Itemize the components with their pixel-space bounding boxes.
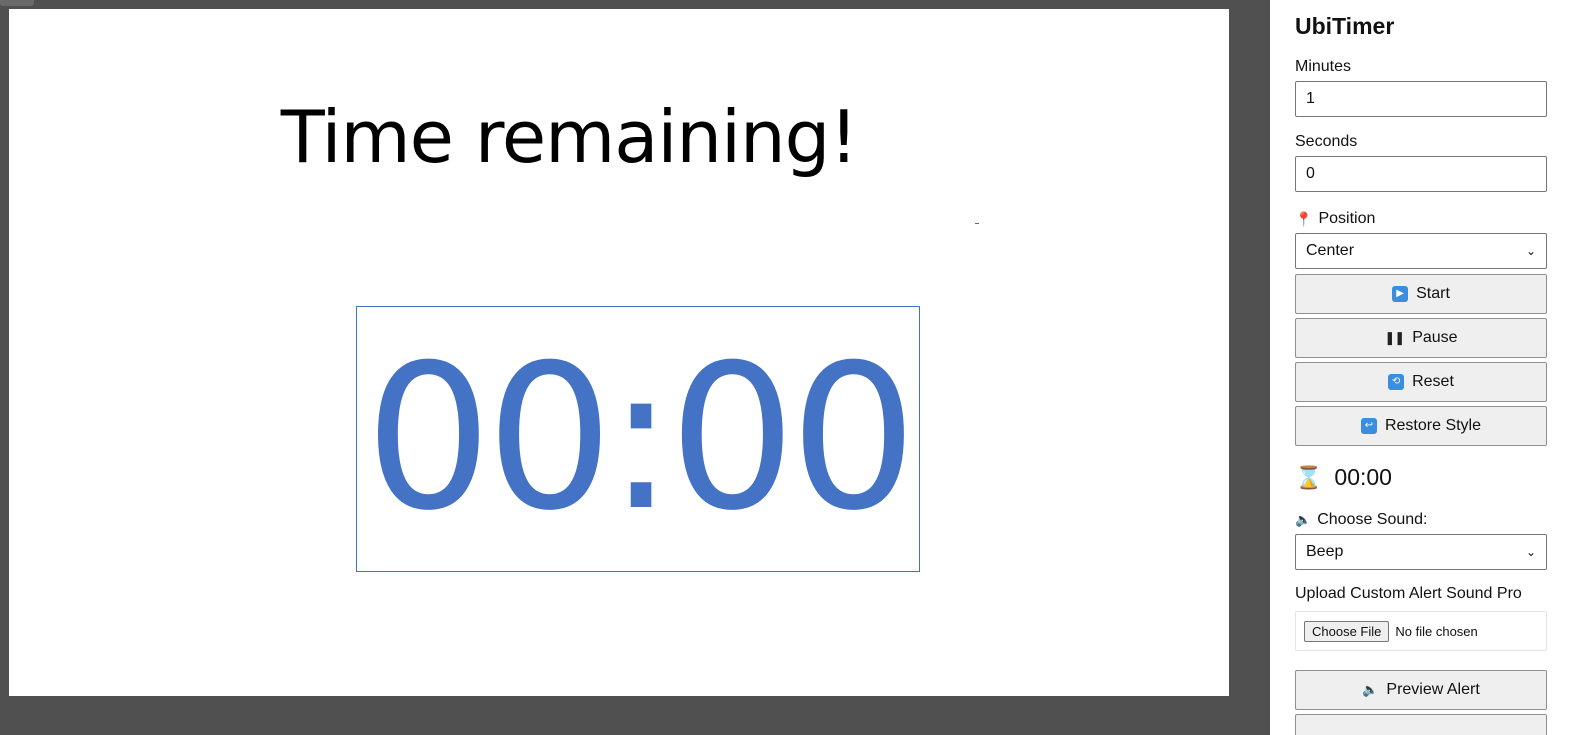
slide-canvas[interactable]: Time remaining! 00:00	[9, 9, 1229, 696]
reset-button-label: Reset	[1412, 373, 1454, 390]
panel-gutter	[1229, 0, 1270, 735]
timer-display: 00:00	[364, 322, 917, 555]
seconds-label: Seconds	[1295, 133, 1358, 150]
position-label: 📍 Position	[1295, 210, 1375, 228]
partial-button[interactable]	[1295, 714, 1547, 735]
workspace: Time remaining! 00:00	[0, 0, 1270, 735]
minutes-label: Minutes	[1295, 58, 1352, 75]
sound-label-text: Choose Sound:	[1317, 511, 1428, 528]
pin-icon: 📍	[1295, 210, 1313, 227]
sound-selected: Beep	[1306, 543, 1344, 560]
hourglass-icon: ⌛	[1295, 464, 1323, 490]
position-label-text: Position	[1318, 210, 1376, 227]
seconds-input[interactable]: 0	[1295, 156, 1547, 192]
start-button[interactable]: ▶ Start	[1295, 274, 1547, 314]
slide-title[interactable]: Time remaining!	[9, 101, 1129, 173]
restore-style-button-label: Restore Style	[1384, 417, 1482, 434]
seconds-value: 0	[1306, 165, 1315, 182]
upload-file-input[interactable]: Choose File No file chosen	[1295, 611, 1547, 651]
choose-file-button[interactable]: Choose File	[1304, 620, 1390, 642]
pause-icon: ❚❚	[1384, 330, 1405, 345]
speaker-icon: 🔈	[1362, 682, 1379, 697]
chevron-down-icon: ⌄	[1525, 545, 1536, 559]
countdown-status: ⌛ 00:00	[1295, 464, 1392, 491]
play-icon: ▶	[1392, 286, 1409, 302]
corner-tab	[0, 0, 34, 6]
stray-mark	[975, 223, 979, 224]
chevron-down-icon: ⌄	[1525, 244, 1536, 258]
minutes-input[interactable]: 1	[1295, 81, 1547, 117]
file-status: No file chosen	[1395, 623, 1478, 639]
pause-button[interactable]: ❚❚ Pause	[1295, 318, 1547, 358]
preview-alert-button[interactable]: 🔈 Preview Alert	[1295, 670, 1547, 710]
reset-button[interactable]: ⟲ Reset	[1295, 362, 1547, 402]
undo-icon: ↩	[1360, 418, 1377, 434]
timer-box[interactable]: 00:00	[356, 306, 920, 572]
upload-label: Upload Custom Alert Sound Pro	[1295, 585, 1522, 602]
position-selected: Center	[1306, 242, 1355, 259]
start-button-label: Start	[1416, 285, 1450, 302]
sound-select[interactable]: Beep ⌄	[1295, 534, 1547, 570]
repeat-icon: ⟲	[1388, 374, 1405, 390]
pause-button-label: Pause	[1412, 329, 1458, 346]
sound-label: 🔈 Choose Sound:	[1295, 511, 1428, 529]
speaker-icon: 🔈	[1295, 512, 1312, 527]
minutes-value: 1	[1306, 90, 1315, 107]
ubitimer-panel: UbiTimer Minutes 1 Seconds 0 📍 Position …	[1270, 0, 1595, 735]
countdown-status-time: 00:00	[1334, 464, 1392, 490]
preview-alert-button-label: Preview Alert	[1386, 681, 1480, 698]
app-title: UbiTimer	[1295, 13, 1395, 39]
position-select[interactable]: Center ⌄	[1295, 233, 1547, 269]
restore-style-button[interactable]: ↩ Restore Style	[1295, 406, 1547, 446]
